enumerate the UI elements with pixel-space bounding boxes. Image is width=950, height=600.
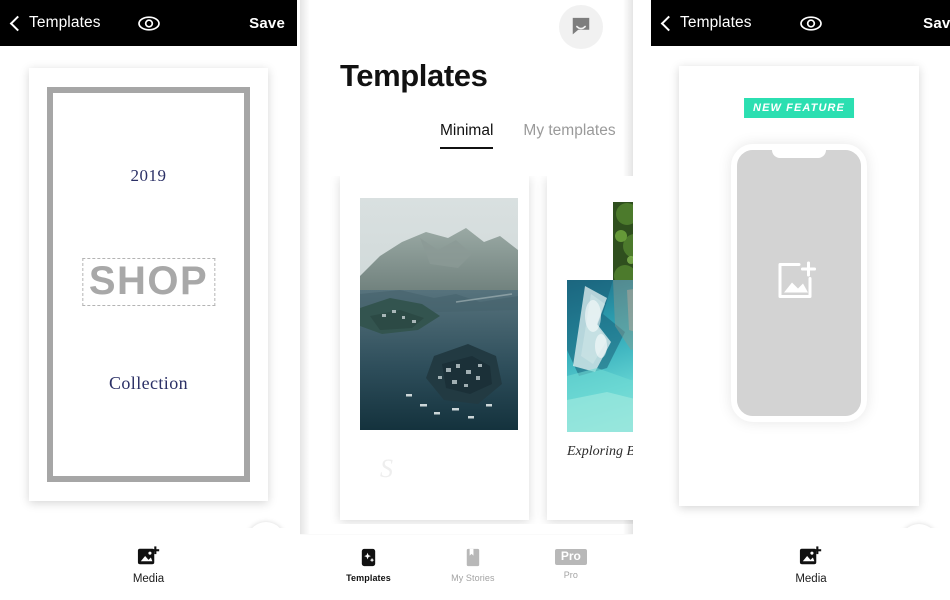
right-editor-body: NEW FEATURE Media [651,46,950,600]
middle-template-carousel[interactable]: S Exploring B [300,176,633,524]
canvas-headline-text: SHOP [88,259,209,303]
left-editor-body: 2019 SHOP Collection Media [0,46,297,600]
left-back-button[interactable]: Templates [9,14,101,32]
left-editor-screen: Templates Save 2019 SHOP Collection Medi… [0,0,297,600]
canvas-year-text[interactable]: 2019 [29,166,268,186]
right-preview-button[interactable] [800,15,823,31]
phone-add-media-button[interactable] [777,261,821,306]
aerial-turquoise-beach-photo [567,280,633,432]
tabbar-label-templates: Templates [346,572,391,583]
left-save-button[interactable]: Save [249,15,285,32]
right-media-button[interactable]: Media [795,544,827,585]
add-image-icon [778,261,816,298]
left-preview-button[interactable] [137,15,160,31]
left-media-button[interactable]: Media [133,544,164,585]
tab-minimal[interactable]: Minimal [440,122,494,149]
right-media-label: Media [795,572,827,585]
card-script-watermark: S [380,454,393,483]
add-image-icon [137,545,160,564]
aerial-fjord-coastline-photo [360,198,518,430]
templates-sparkle-icon [361,548,376,566]
middle-templates-screen: Templates Minimal My templates S Explori… [300,0,633,600]
left-story-canvas[interactable]: 2019 SHOP Collection [29,68,268,501]
bookmark-icon [467,548,480,566]
tab-my-templates[interactable]: My templates [523,122,615,147]
template-card-coastal[interactable]: S [340,176,529,520]
add-image-icon [800,545,822,564]
chevron-left-icon [660,15,677,31]
card-caption: Exploring B [567,444,633,459]
left-navbar: Templates Save [0,0,297,46]
tabbar-item-templates[interactable]: Templates [346,547,391,583]
new-feature-badge: NEW FEATURE [744,98,854,118]
left-media-label: Media [132,572,165,585]
middle-tab-row: Minimal My templates [300,122,633,149]
panel-gap-2 [633,0,651,600]
right-back-button[interactable]: Templates [660,14,752,32]
eye-icon [137,15,160,31]
right-save-button[interactable]: Save [923,15,950,32]
beach-photo-art [567,280,633,432]
phone-notch [772,150,826,158]
chevron-left-icon [9,15,26,31]
eye-icon [800,15,822,31]
tabbar-label-my-stories: My Stories [451,572,495,583]
template-card-exploring[interactable]: Exploring B H A [547,176,633,520]
right-bottom-bar: Media [651,528,950,600]
coastal-photo-art [360,198,518,430]
right-editor-screen: Templates Save NEW FEATURE [651,0,950,600]
middle-chat-button[interactable] [559,5,603,49]
middle-page-title: Templates [340,58,488,93]
right-back-label: Templates [680,14,752,31]
pro-badge-icon: Pro [554,548,587,566]
phone-mockup-placeholder[interactable] [731,144,867,422]
canvas-footer-text[interactable]: Collection [29,373,268,394]
tabbar-label-pro: Pro [563,570,578,581]
left-bottom-bar: Media [0,528,297,600]
chat-bubble-icon [572,17,590,35]
left-back-label: Templates [29,14,101,31]
tabbar-item-pro[interactable]: Pro Pro [554,548,587,581]
right-navbar: Templates Save [651,0,950,46]
middle-bottom-tabbar: Templates My Stories Pro Pro [300,534,633,600]
three-screen-comparison: Templates Save 2019 SHOP Collection Medi… [0,0,950,600]
canvas-headline-selection-box[interactable]: SHOP [81,258,216,307]
tabbar-item-my-stories[interactable]: My Stories [451,547,495,583]
right-story-canvas[interactable]: NEW FEATURE [679,66,919,506]
